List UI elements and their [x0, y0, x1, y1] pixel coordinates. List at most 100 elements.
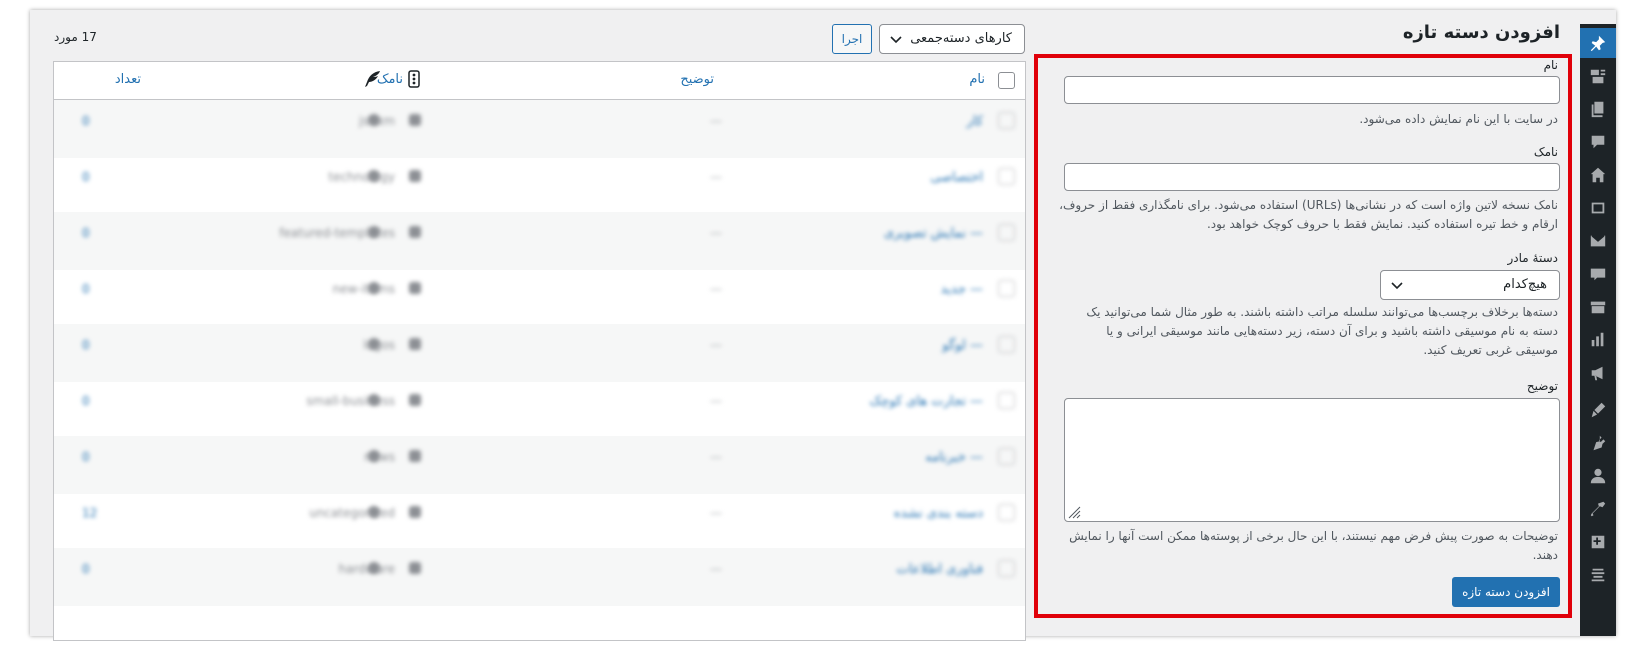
row-checkbox[interactable] — [998, 448, 1015, 465]
appearance-icon[interactable] — [1580, 395, 1616, 425]
row-checkbox[interactable] — [998, 112, 1015, 129]
row-status-icon — [409, 282, 421, 294]
name-label: نام — [1543, 58, 1558, 72]
select-all-checkbox[interactable] — [998, 72, 1015, 89]
name-hint: در سایت با این نام نمایش داده می‌شود. — [1359, 112, 1558, 126]
table-row[interactable]: دسته بندی نشده — uncategorized 12 — [54, 492, 1025, 550]
description-label: توضیح — [1526, 379, 1558, 393]
parent-hint-2: دسته به نام موسیقی داشته باشید و برای آن… — [1106, 324, 1558, 338]
row-name[interactable]: — جدید — [941, 282, 983, 297]
tools-icon[interactable] — [1580, 494, 1616, 524]
pages-icon[interactable] — [1580, 94, 1616, 124]
parent-hint-1: دسته‌ها برخلاف برچسب‌ها می‌توانند سلسله … — [1086, 305, 1558, 319]
row-description: — — [710, 226, 722, 240]
row-name[interactable]: دسته بندی نشده — [894, 506, 983, 521]
settings-icon[interactable] — [1580, 527, 1616, 557]
users-icon[interactable] — [1580, 461, 1616, 491]
slug-field[interactable] — [1064, 163, 1560, 191]
row-description: — — [710, 338, 722, 352]
row-status-icon — [409, 450, 421, 462]
row-slug: uncategorized — [309, 506, 395, 520]
table-row[interactable]: — خبرنامه — news 0 — [54, 436, 1025, 494]
row-name[interactable]: — لوگو — [942, 338, 983, 353]
row-status-icon — [409, 394, 421, 406]
row-status-icon — [409, 562, 421, 574]
woo-icon[interactable] — [1580, 259, 1616, 289]
bulk-actions-value: کارهای دسته‌جمعی — [910, 31, 1012, 46]
row-count[interactable]: 12 — [82, 506, 97, 520]
row-name[interactable]: فناوری اطلاعات — [896, 562, 983, 577]
chevron-down-icon — [890, 36, 902, 44]
row-name[interactable]: — خبرنامه — [925, 450, 983, 465]
row-name[interactable]: اختصاصی — [930, 170, 983, 185]
row-checkbox[interactable] — [998, 168, 1015, 185]
resize-grip-icon[interactable] — [1067, 505, 1081, 519]
comments-icon[interactable] — [1580, 127, 1616, 157]
row-slug: news — [363, 450, 395, 464]
table-row[interactable]: — لوگو — logos 0 — [54, 324, 1025, 382]
row-description: — — [710, 562, 722, 576]
row-checkbox[interactable] — [998, 224, 1015, 241]
parent-select[interactable]: هیچ‌کدام — [1380, 270, 1560, 300]
row-count[interactable]: 0 — [82, 282, 90, 296]
table-row[interactable]: فناوری اطلاعات — hardware 0 — [54, 548, 1025, 606]
row-checkbox[interactable] — [998, 504, 1015, 521]
row-checkbox[interactable] — [998, 336, 1015, 353]
pin-icon[interactable] — [1580, 28, 1616, 58]
analytics-icon[interactable] — [1580, 325, 1616, 355]
form-title: افزودن دسته تازه — [1402, 22, 1560, 43]
description-textarea[interactable] — [1064, 398, 1560, 522]
row-checkbox[interactable] — [998, 392, 1015, 409]
add-category-button[interactable]: افزودن دسته تازه — [1452, 577, 1560, 607]
row-slug: jsnxm — [359, 114, 395, 128]
home-icon[interactable] — [1580, 160, 1616, 190]
row-name[interactable]: — نمایش تصویری — [884, 226, 983, 241]
row-count[interactable]: 0 — [82, 170, 90, 184]
marketing-icon[interactable] — [1580, 358, 1616, 388]
parent-select-value: هیچ‌کدام — [1503, 277, 1547, 292]
products-icon[interactable] — [1580, 292, 1616, 322]
column-count[interactable]: تعداد — [115, 72, 141, 87]
parent-hint-3: موسیقی غربی تعریف کنید. — [1423, 343, 1558, 357]
settings-column-icon[interactable] — [405, 70, 423, 88]
table-row[interactable]: اختصاصی — technology 0 — [54, 156, 1025, 214]
table-row[interactable]: — تجارت های کوچک — small-business 0 — [54, 380, 1025, 438]
row-count[interactable]: 0 — [82, 562, 90, 576]
row-count[interactable]: 0 — [82, 338, 90, 352]
portfolio-icon[interactable] — [1580, 193, 1616, 223]
row-description: — — [710, 170, 722, 184]
name-field[interactable] — [1064, 76, 1560, 104]
mail-icon[interactable] — [1580, 226, 1616, 256]
row-count[interactable]: 0 — [82, 226, 90, 240]
seo-icon[interactable] — [1580, 560, 1616, 590]
description-hint-1: توضیحات به صورت پیش فرض مهم نیستند، با ا… — [1069, 529, 1558, 543]
row-checkbox[interactable] — [998, 560, 1015, 577]
row-checkbox[interactable] — [998, 280, 1015, 297]
column-description[interactable]: توضیح — [680, 72, 714, 87]
categories-table: نام توضیح نامک تعداد کار — jsnxm 0 اختصاصی — t… — [53, 61, 1026, 641]
row-slug: hardware — [338, 562, 395, 576]
row-slug: featured-templates — [279, 226, 395, 240]
row-name[interactable]: کار — [967, 114, 983, 129]
row-name[interactable]: — تجارت های کوچک — [870, 394, 983, 409]
column-name[interactable]: نام — [969, 72, 985, 87]
row-slug: technology — [328, 170, 395, 184]
table-row[interactable]: — جدید — new-items 0 — [54, 268, 1025, 326]
row-count[interactable]: 0 — [82, 394, 90, 408]
slug-label: نامک — [1533, 145, 1558, 159]
table-header: نام توضیح نامک تعداد — [54, 62, 1025, 100]
table-row[interactable]: — نمایش تصویری — featured-templates 0 — [54, 212, 1025, 270]
column-slug[interactable]: نامک — [377, 72, 403, 87]
row-count[interactable]: 0 — [82, 450, 90, 464]
media-icon[interactable] — [1580, 61, 1616, 91]
table-row[interactable]: کار — jsnxm 0 — [54, 100, 1025, 158]
bulk-actions-select[interactable]: کارهای دسته‌جمعی — [879, 24, 1025, 54]
apply-button[interactable]: اجرا — [832, 24, 872, 54]
row-slug: new-items — [332, 282, 396, 296]
row-slug: logos — [363, 338, 395, 352]
chevron-down-icon — [1391, 282, 1403, 290]
plugins-icon[interactable] — [1580, 428, 1616, 458]
row-count[interactable]: 0 — [82, 114, 90, 128]
row-description: — — [710, 394, 722, 408]
row-description: — — [710, 114, 722, 128]
